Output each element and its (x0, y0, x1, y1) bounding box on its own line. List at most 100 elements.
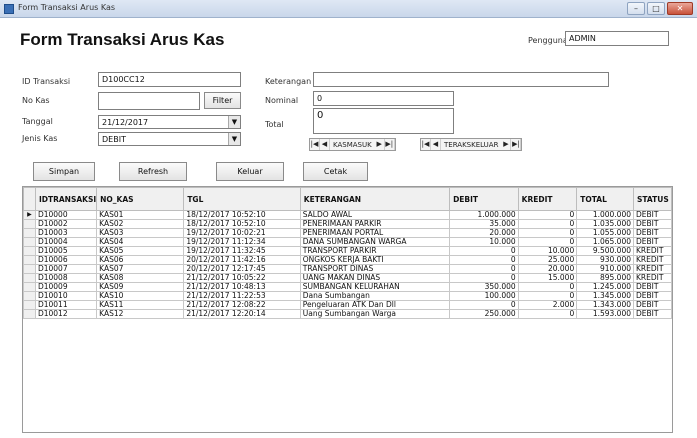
first-record-icon[interactable]: |◀ (310, 139, 320, 150)
table-cell[interactable]: Uang Sumbangan Warga (299, 309, 451, 319)
table-cell[interactable]: KAS07 (96, 264, 185, 274)
table-cell[interactable]: 1.345.000 (576, 291, 634, 301)
table-cell[interactable]: D10007 (34, 264, 98, 274)
column-header[interactable]: KETERANGAN (299, 187, 451, 211)
table-cell[interactable]: PENERIMAAN PORTAL (299, 228, 451, 238)
table-cell[interactable]: 1.035.000 (576, 219, 634, 229)
table-cell[interactable]: DEBIT (633, 309, 672, 319)
table-cell[interactable]: 18/12/2017 10:52:10 (183, 210, 301, 220)
table-cell[interactable]: 1.065.000 (576, 237, 634, 247)
row-selector[interactable] (23, 273, 36, 283)
table-cell[interactable]: KAS11 (96, 300, 185, 310)
last-record-icon[interactable]: ▶| (385, 139, 395, 150)
table-cell[interactable]: D10010 (34, 291, 98, 301)
table-cell[interactable]: 2.000 (517, 300, 578, 310)
table-cell[interactable]: KAS03 (96, 228, 185, 238)
table-cell[interactable]: D10012 (34, 309, 98, 319)
jenis-kas-select[interactable]: DEBIT ▼ (98, 132, 241, 146)
chevron-down-icon[interactable]: ▼ (228, 116, 240, 128)
row-selector[interactable] (23, 282, 36, 292)
tanggal-picker[interactable]: 21/12/2017 ▼ (98, 115, 241, 129)
table-cell[interactable]: 0 (517, 210, 578, 220)
row-selector[interactable] (23, 255, 36, 265)
table-cell[interactable]: KAS04 (96, 237, 185, 247)
table-cell[interactable]: 25.000 (517, 255, 578, 265)
table-cell[interactable]: 910.000 (576, 264, 634, 274)
table-cell[interactable]: KAS09 (96, 282, 185, 292)
table-cell[interactable]: 10.000 (449, 237, 519, 247)
close-icon[interactable]: ✕ (667, 2, 693, 15)
no-kas-field[interactable] (98, 92, 200, 110)
table-cell[interactable]: D10006 (34, 255, 98, 265)
table-row[interactable]: D10003 KAS03 19/12/2017 10:02:21 PENERIMAAN… (23, 228, 672, 238)
table-row[interactable]: D10011 KAS11 21/12/2017 12:08:22 Pengeluara… (23, 300, 672, 310)
table-cell[interactable]: 20/12/2017 11:42:16 (183, 255, 301, 265)
row-selector[interactable] (23, 300, 36, 310)
table-cell[interactable]: 0 (517, 228, 578, 238)
table-cell[interactable]: DEBIT (633, 291, 672, 301)
table-cell[interactable]: D10002 (34, 219, 98, 229)
table-cell[interactable]: Dana Sumbangan (299, 291, 451, 301)
table-cell[interactable]: D10005 (34, 246, 98, 256)
table-cell[interactable]: 100.000 (449, 291, 519, 301)
row-selector[interactable] (23, 291, 36, 301)
table-cell[interactable]: 0 (449, 246, 519, 256)
transaksi-grid[interactable]: IDTRANSAKSI NO_KAS TGL KETERANGAN DEBIT … (22, 186, 673, 433)
table-cell[interactable]: 21/12/2017 12:08:22 (183, 300, 301, 310)
table-cell[interactable]: DEBIT (633, 219, 672, 229)
column-header[interactable]: TGL (183, 187, 301, 211)
table-cell[interactable]: DEBIT (633, 237, 672, 247)
table-cell[interactable]: 35.000 (449, 219, 519, 229)
table-cell[interactable]: 18/12/2017 10:52:10 (183, 219, 301, 229)
refresh-button[interactable]: Refresh (119, 162, 187, 181)
table-cell[interactable]: KREDIT (633, 246, 672, 256)
table-cell[interactable]: TRANSPORT DINAS (299, 264, 451, 274)
table-cell[interactable]: KREDIT (633, 273, 672, 283)
table-row[interactable]: D10006 KAS06 20/12/2017 11:42:16 ONGKOS KER… (23, 255, 672, 265)
table-cell[interactable]: 21/12/2017 10:48:13 (183, 282, 301, 292)
table-cell[interactable]: KREDIT (633, 264, 672, 274)
table-cell[interactable]: 0 (517, 309, 578, 319)
id-transaksi-field[interactable]: D100CC12 (98, 72, 241, 87)
prev-record-icon[interactable]: ◀ (431, 139, 441, 150)
column-header[interactable]: IDTRANSAKSI (34, 187, 98, 211)
table-row[interactable]: D10010 KAS10 21/12/2017 11:22:53 Dana Sumba… (23, 291, 672, 301)
table-row[interactable]: D10012 KAS12 21/12/2017 12:20:14 Uang Sumba… (23, 309, 672, 319)
prev-record-icon[interactable]: ◀ (320, 139, 330, 150)
table-cell[interactable]: 0 (517, 237, 578, 247)
row-selector[interactable] (23, 237, 36, 247)
table-cell[interactable]: DANA SUMBANGAN WARGA (299, 237, 451, 247)
table-cell[interactable]: SALDO AWAL (299, 210, 451, 220)
keterangan-field[interactable] (313, 72, 609, 87)
column-header[interactable]: NO_KAS (96, 187, 185, 211)
table-cell[interactable]: UANG MAKAN DINAS (299, 273, 451, 283)
table-cell[interactable]: D10003 (34, 228, 98, 238)
row-selector[interactable] (23, 246, 36, 256)
table-cell[interactable]: DEBIT (633, 210, 672, 220)
table-cell[interactable]: KAS01 (96, 210, 185, 220)
table-row[interactable]: D10005 KAS05 19/12/2017 11:32:45 TRANSPORT … (23, 246, 672, 256)
table-cell[interactable]: 1.055.000 (576, 228, 634, 238)
table-cell[interactable]: 0 (449, 273, 519, 283)
table-cell[interactable]: 0 (449, 264, 519, 274)
total-field[interactable]: 0 (313, 108, 454, 134)
table-cell[interactable]: 0 (517, 291, 578, 301)
table-cell[interactable]: KREDIT (633, 255, 672, 265)
table-cell[interactable]: Pengeluaran ATK Dan Dll (299, 300, 451, 310)
table-cell[interactable]: 21/12/2017 12:20:14 (183, 309, 301, 319)
table-cell[interactable]: 21/12/2017 11:22:53 (183, 291, 301, 301)
table-cell[interactable]: DEBIT (633, 228, 672, 238)
row-selector[interactable] (23, 228, 36, 238)
simpan-button[interactable]: Simpan (33, 162, 95, 181)
current-row-icon[interactable]: ▶ (23, 210, 36, 220)
keluar-button[interactable]: Keluar (216, 162, 284, 181)
table-cell[interactable]: ONGKOS KERJA BAKTI (299, 255, 451, 265)
table-cell[interactable]: KAS02 (96, 219, 185, 229)
table-cell[interactable]: 1.000.000 (449, 210, 519, 220)
cetak-button[interactable]: Cetak (303, 162, 368, 181)
table-cell[interactable]: 0 (517, 282, 578, 292)
table-cell[interactable]: 15.000 (517, 273, 578, 283)
column-header[interactable]: DEBIT (449, 187, 519, 211)
column-header[interactable]: KREDIT (517, 187, 578, 211)
table-cell[interactable]: DEBIT (633, 282, 672, 292)
